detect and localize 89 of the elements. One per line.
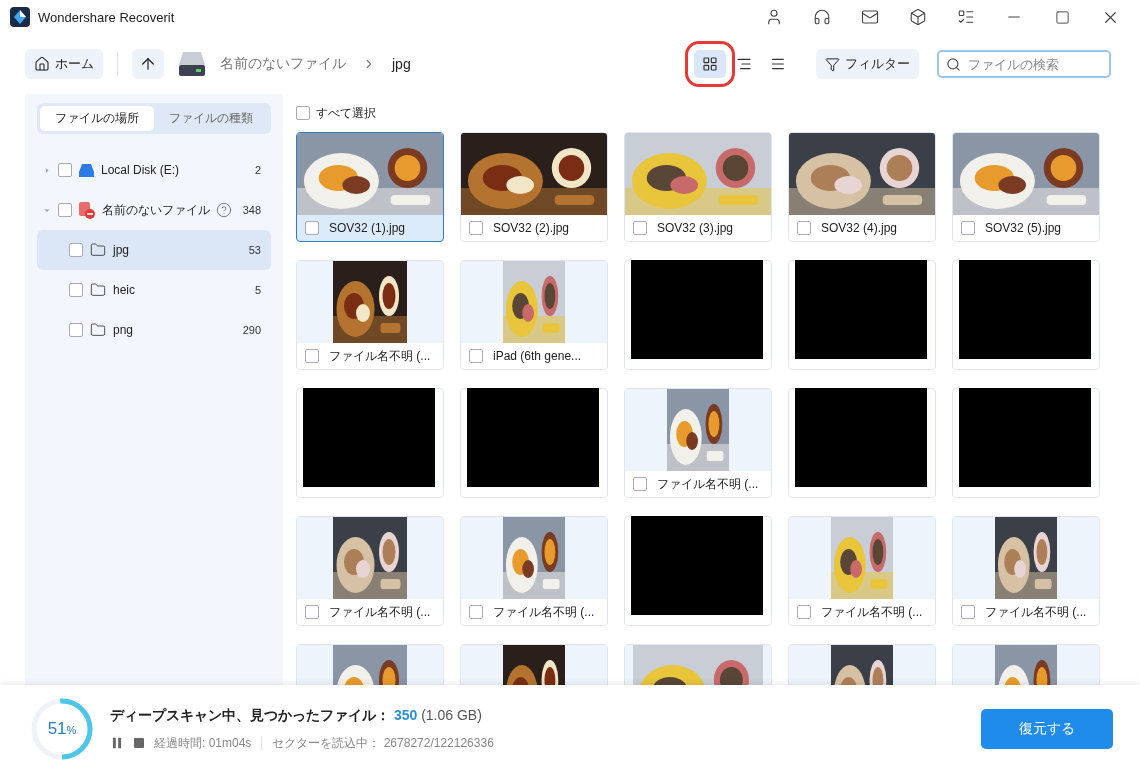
file-card[interactable]: iPad (6th gene... [460, 260, 608, 370]
tree-label: 名前のないファイル [102, 201, 210, 219]
file-card[interactable]: SOV32 (5).jpg [952, 132, 1100, 242]
checkbox[interactable] [797, 221, 811, 235]
progress-ring [31, 698, 93, 760]
item-count: 53 [248, 244, 261, 256]
tree-item[interactable]: Local Disk (E:) 2 [37, 150, 271, 190]
file-name: ファイル名不明 (... [329, 603, 431, 621]
tree-label: Local Disk (E:) [101, 163, 180, 177]
file-card[interactable]: ファイル名不明 (... [624, 388, 772, 498]
filter-icon [825, 56, 840, 72]
drive-icon [79, 163, 94, 177]
lost-drive-icon [79, 201, 95, 219]
folder-icon [90, 322, 106, 338]
file-card[interactable]: ファイル名不明 (... [952, 516, 1100, 626]
tree-item[interactable]: png 290 [37, 310, 271, 350]
file-name: SOV32 (2).jpg [493, 221, 570, 235]
filter-button[interactable]: フィルター [816, 49, 919, 79]
stop-button[interactable] [134, 738, 144, 748]
checkbox[interactable] [305, 349, 319, 363]
detail-icon [736, 56, 752, 72]
tree-label: png [113, 323, 134, 337]
file-card[interactable]: ファイル名不明 (... [460, 516, 608, 626]
checkbox[interactable] [305, 221, 319, 235]
checkbox[interactable] [633, 221, 647, 235]
file-name: iPad (6th gene... [493, 349, 582, 363]
checkbox[interactable] [797, 605, 811, 619]
home-icon [34, 56, 50, 72]
item-count: 2 [254, 164, 261, 176]
checkbox[interactable] [469, 605, 483, 619]
select-all-label: すべて選択 [316, 104, 376, 122]
checkbox[interactable] [305, 605, 319, 619]
search-field[interactable]: ファイルの検索 [937, 50, 1111, 78]
breadcrumb-item[interactable]: 名前のないファイル [220, 55, 346, 73]
list-icon [770, 56, 786, 72]
file-name: ファイル名不明 (... [657, 475, 759, 493]
file-card[interactable]: SOV32 (1).jpg [296, 132, 444, 242]
search-icon [946, 56, 961, 72]
tree-label: heic [113, 283, 135, 297]
file-name: SOV32 (1).jpg [329, 221, 406, 235]
pause-button[interactable] [110, 736, 124, 750]
item-count: 5 [254, 284, 261, 296]
tree-item[interactable]: 名前のないファイル 348 [37, 190, 271, 230]
help-icon[interactable] [216, 202, 232, 218]
app-logo [10, 7, 30, 27]
tree-item[interactable]: jpg 53 [37, 230, 271, 270]
file-name: SOV32 (4).jpg [821, 221, 898, 235]
file-name: SOV32 (5).jpg [985, 221, 1062, 235]
checkbox[interactable] [58, 203, 72, 217]
home-button[interactable]: ホーム [25, 49, 103, 79]
item-count: 348 [242, 204, 261, 216]
checkbox[interactable] [961, 605, 975, 619]
checkbox[interactable] [69, 283, 83, 297]
checkbox[interactable] [69, 243, 83, 257]
drive-icon [178, 51, 206, 77]
up-button[interactable] [132, 49, 164, 79]
file-name: ファイル名不明 (... [985, 603, 1087, 621]
progress-percent: 51% [47, 719, 77, 739]
checkbox[interactable] [469, 349, 483, 363]
expand-icon[interactable] [43, 165, 51, 175]
grid-icon [702, 56, 718, 72]
checkbox[interactable] [58, 163, 72, 177]
file-card[interactable]: SOV32 (4).jpg [788, 132, 936, 242]
checkbox[interactable] [961, 221, 975, 235]
folder-icon [90, 282, 106, 298]
elapsed-time: 経過時間: 01m04s [154, 734, 252, 752]
checkbox[interactable] [633, 477, 647, 491]
tree-item[interactable]: heic 5 [37, 270, 271, 310]
search-input[interactable]: ファイルの検索 [966, 55, 1096, 73]
checkbox[interactable] [469, 221, 483, 235]
breadcrumb-item[interactable]: jpg [392, 56, 411, 72]
file-name: SOV32 (3).jpg [657, 221, 734, 235]
folder-icon [90, 242, 106, 258]
checkbox[interactable] [69, 323, 83, 337]
file-card[interactable]: SOV32 (2).jpg [460, 132, 608, 242]
file-name: ファイル名不明 (... [329, 347, 431, 365]
tree-label: jpg [113, 243, 129, 257]
file-name: ファイル名不明 (... [493, 603, 595, 621]
sidebar-tab[interactable]: ファイルの場所 [40, 106, 154, 131]
file-card[interactable]: SOV32 (3).jpg [624, 132, 772, 242]
file-card[interactable]: ファイル名不明 (... [296, 516, 444, 626]
sidebar-tab[interactable]: ファイルの種類 [154, 106, 268, 131]
scan-status: ディープスキャン中、見つかったファイル： 350 (1.06 GB) [110, 706, 483, 725]
file-name: ファイル名不明 (... [821, 603, 923, 621]
item-count: 290 [242, 324, 261, 336]
window-title: Wondershare Recoverit [38, 9, 176, 25]
checkbox[interactable] [296, 106, 310, 120]
file-card[interactable]: ファイル名不明 (... [788, 516, 936, 626]
file-card[interactable]: ファイル名不明 (... [296, 260, 444, 370]
